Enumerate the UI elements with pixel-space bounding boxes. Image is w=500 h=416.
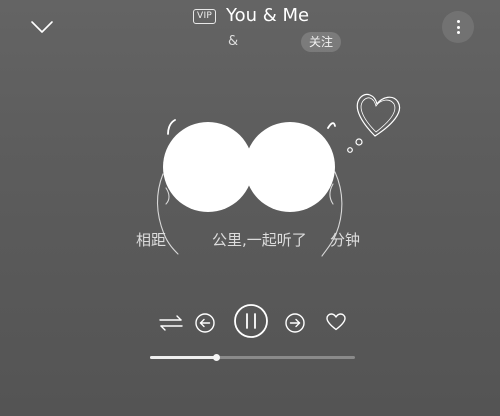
lyric-line: 相距 公里,一起听了 分钟 <box>0 230 500 252</box>
next-button[interactable] <box>282 310 308 336</box>
next-arrow-icon <box>285 313 305 333</box>
artist-name[interactable]: & <box>228 34 238 50</box>
chevron-down-icon <box>31 21 53 33</box>
vip-badge: VIP <box>193 9 217 24</box>
progress-fill <box>150 356 216 359</box>
lyric-part: 公里,一起听了 <box>212 231 307 249</box>
pause-icon <box>234 304 268 338</box>
play-mode-button[interactable] <box>157 312 185 334</box>
album-artwork <box>130 84 420 284</box>
collapse-button[interactable] <box>28 16 56 38</box>
pause-button[interactable] <box>233 303 269 339</box>
song-title: You & Me <box>226 5 310 26</box>
more-options-button[interactable] <box>442 11 474 43</box>
lyric-part: 相距 <box>136 231 167 249</box>
sketch-heart-icon <box>347 93 401 153</box>
lyric-part: 分钟 <box>330 231 361 249</box>
artwork-circle-right <box>245 122 335 212</box>
artwork-circle-left <box>163 122 253 212</box>
follow-button[interactable]: 关注 <box>301 32 342 52</box>
like-button[interactable] <box>324 311 348 333</box>
loop-arrows-icon <box>159 315 183 331</box>
previous-button[interactable] <box>192 310 218 336</box>
progress-thumb[interactable] <box>212 354 220 361</box>
heart-outline-icon <box>326 313 346 331</box>
progress-bar[interactable] <box>150 353 355 363</box>
previous-arrow-icon <box>195 313 215 333</box>
